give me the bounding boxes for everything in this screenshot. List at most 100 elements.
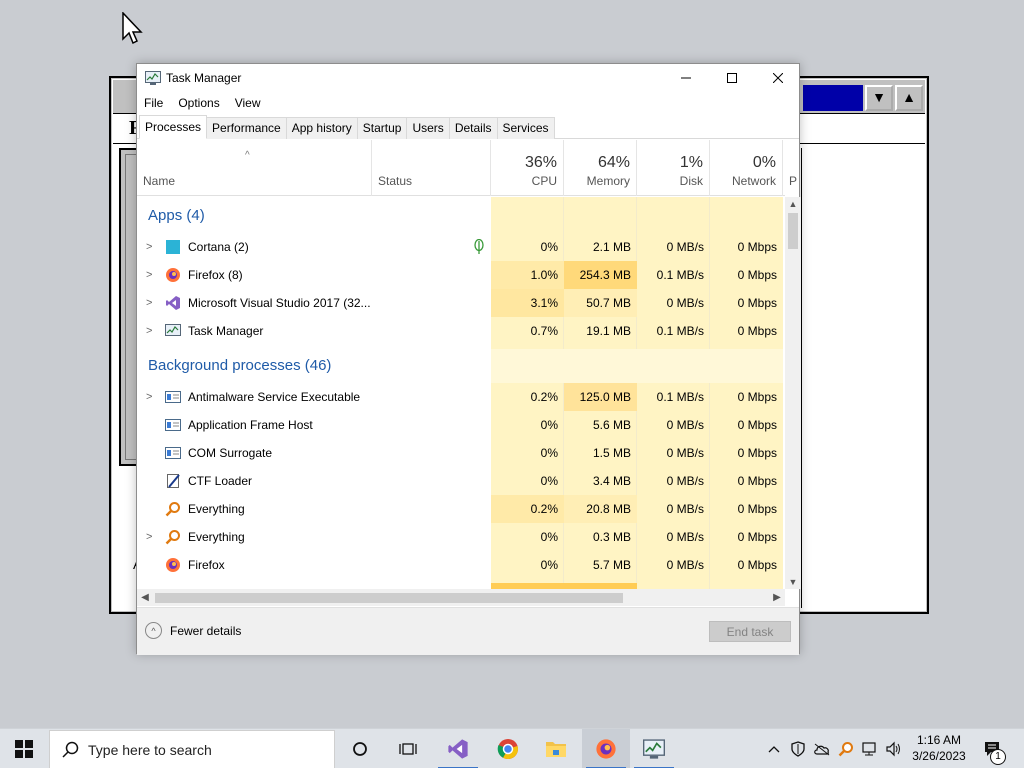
table-row[interactable]: > Everything 0% 0.3 MB 0 MB/s 0 Mbps	[137, 523, 785, 551]
table-row[interactable]: > Cortana (2) 0% 2.1 MB 0 MB/s 0 Mbps	[137, 233, 785, 261]
column-status[interactable]: Status	[372, 140, 491, 196]
scroll-left-arrow-icon[interactable]: ◀	[137, 589, 153, 606]
table-row[interactable]: CTF Loader 0% 3.4 MB 0 MB/s 0 Mbps	[137, 467, 785, 495]
disk-value: 0 MB/s	[666, 446, 704, 460]
visual-studio-icon	[448, 739, 468, 759]
scroll-right-arrow-icon[interactable]: ▶	[769, 589, 785, 606]
process-name: COM Surrogate	[188, 446, 273, 460]
expand-chevron-icon[interactable]: >	[146, 317, 152, 345]
show-hidden-icons-button[interactable]	[762, 729, 786, 768]
network-icon	[862, 742, 876, 756]
network-value: 0 Mbps	[737, 474, 777, 488]
column-network[interactable]: 0% Network	[710, 140, 783, 196]
cortana-circle-icon	[353, 742, 367, 756]
scroll-down-arrow-icon[interactable]: ▼	[785, 575, 801, 589]
scroll-up-button[interactable]: ▲	[895, 85, 923, 111]
table-row[interactable]	[137, 579, 785, 589]
tab-app-history[interactable]: App history	[285, 117, 358, 139]
column-cpu-label: CPU	[531, 174, 557, 188]
cortana-button[interactable]	[336, 729, 384, 768]
tab-services[interactable]: Services	[496, 117, 555, 139]
fewer-details-button[interactable]: ^ Fewer details	[145, 622, 241, 639]
column-name[interactable]: ^ Name	[137, 140, 372, 196]
expand-chevron-icon[interactable]: >	[146, 261, 152, 289]
title-bar[interactable]: Task Manager	[137, 64, 799, 92]
table-row[interactable]: > Task Manager 0.7% 19.1 MB 0.1 MB/s 0 M…	[137, 317, 785, 345]
cpu-value: 1.0%	[491, 261, 564, 289]
taskbar-visual-studio[interactable]	[434, 729, 482, 768]
windows-logo-icon	[15, 740, 33, 758]
tab-performance[interactable]: Performance	[206, 117, 287, 139]
column-disk[interactable]: 1% Disk	[637, 140, 710, 196]
mouse-cursor-icon	[122, 12, 143, 45]
expand-chevron-icon[interactable]: >	[146, 233, 152, 261]
process-name: Firefox	[188, 558, 225, 572]
tray-volume[interactable]	[882, 729, 906, 768]
memory-value: 19.1 MB	[586, 324, 631, 338]
folder-icon	[546, 742, 566, 757]
footer: ^ Fewer details End task	[137, 607, 799, 655]
taskbar-file-explorer[interactable]	[532, 729, 580, 768]
search-placeholder: Type here to search	[88, 741, 212, 758]
tray-security[interactable]	[786, 729, 810, 768]
tray-onedrive[interactable]	[810, 729, 834, 768]
taskbar-chrome[interactable]	[484, 729, 532, 768]
minimize-button[interactable]	[663, 64, 709, 92]
cpu-value: 0%	[540, 446, 558, 460]
table-row[interactable]: Application Frame Host 0% 5.6 MB 0 MB/s …	[137, 411, 785, 439]
maximize-icon	[727, 73, 737, 83]
suspended-leaf-icon	[474, 239, 484, 254]
start-button[interactable]	[0, 729, 48, 768]
network-value: 0 Mbps	[737, 502, 777, 516]
cpu-value: 0%	[540, 558, 558, 572]
memory-value: 5.6 MB	[592, 418, 631, 432]
table-row[interactable]: > Antimalware Service Executable 0.2% 12…	[137, 383, 785, 411]
menu-file[interactable]: File	[137, 93, 171, 115]
tray-everything[interactable]	[834, 729, 858, 768]
taskbar-task-manager[interactable]	[630, 729, 678, 768]
disk-value: 0 MB/s	[666, 530, 704, 544]
network-value: 0 Mbps	[737, 296, 777, 310]
tab-startup[interactable]: Startup	[356, 117, 408, 139]
tab-strip: Processes Performance App history Startu…	[137, 115, 799, 139]
taskbar-search-box[interactable]: Type here to search	[49, 730, 335, 768]
horizontal-scrollbar[interactable]: ◀ ▶	[137, 589, 785, 606]
expand-chevron-icon[interactable]: >	[146, 383, 152, 411]
tray-network[interactable]	[858, 729, 882, 768]
menu-options[interactable]: Options	[171, 93, 227, 115]
table-row[interactable]: Everything 0.2% 20.8 MB 0 MB/s 0 Mbps	[137, 495, 785, 523]
table-row[interactable]: COM Surrogate 0% 1.5 MB 0 MB/s 0 Mbps	[137, 439, 785, 467]
column-memory[interactable]: 64% Memory	[564, 140, 637, 196]
cpu-value: 0%	[540, 240, 558, 254]
maximize-button[interactable]	[709, 64, 755, 92]
window-title: Task Manager	[166, 71, 242, 85]
tab-processes[interactable]: Processes	[139, 115, 208, 139]
network-value: 0 Mbps	[737, 558, 777, 572]
expand-chevron-icon[interactable]: >	[146, 523, 152, 551]
scroll-down-button[interactable]: ▼	[865, 85, 893, 111]
task-manager-icon	[145, 71, 161, 85]
scroll-up-arrow-icon[interactable]: ▲	[785, 197, 801, 211]
tab-users[interactable]: Users	[406, 117, 450, 139]
close-button[interactable]	[755, 64, 801, 92]
network-value: 0 Mbps	[737, 418, 777, 432]
horizontal-scroll-thumb[interactable]	[155, 593, 623, 603]
table-row[interactable]: Firefox 0% 5.7 MB 0 MB/s 0 Mbps	[137, 551, 785, 579]
taskbar-clock[interactable]: 1:16 AM 3/26/2023	[906, 732, 972, 764]
column-power[interactable]: P	[783, 140, 799, 196]
memory-value: 20.8 MB	[564, 495, 637, 523]
menu-view[interactable]: View	[228, 93, 269, 115]
vertical-scroll-thumb[interactable]	[788, 213, 798, 249]
task-view-button[interactable]	[384, 729, 432, 768]
memory-value: 50.7 MB	[564, 289, 637, 317]
column-header: ^ Name Status 36% CPU 64% Memory 1% Disk…	[137, 140, 797, 196]
taskbar-firefox[interactable]	[582, 729, 630, 768]
expand-chevron-icon[interactable]: >	[146, 289, 152, 317]
table-row[interactable]: > Firefox (8) 1.0% 254.3 MB 0.1 MB/s 0 M…	[137, 261, 785, 289]
tab-details[interactable]: Details	[448, 117, 498, 139]
vertical-scrollbar[interactable]: ▲ ▼	[785, 197, 801, 589]
column-cpu[interactable]: 36% CPU	[491, 140, 564, 196]
chrome-icon	[497, 739, 518, 760]
table-row[interactable]: > Microsoft Visual Studio 2017 (32... 3.…	[137, 289, 785, 317]
end-task-button[interactable]: End task	[709, 621, 791, 642]
